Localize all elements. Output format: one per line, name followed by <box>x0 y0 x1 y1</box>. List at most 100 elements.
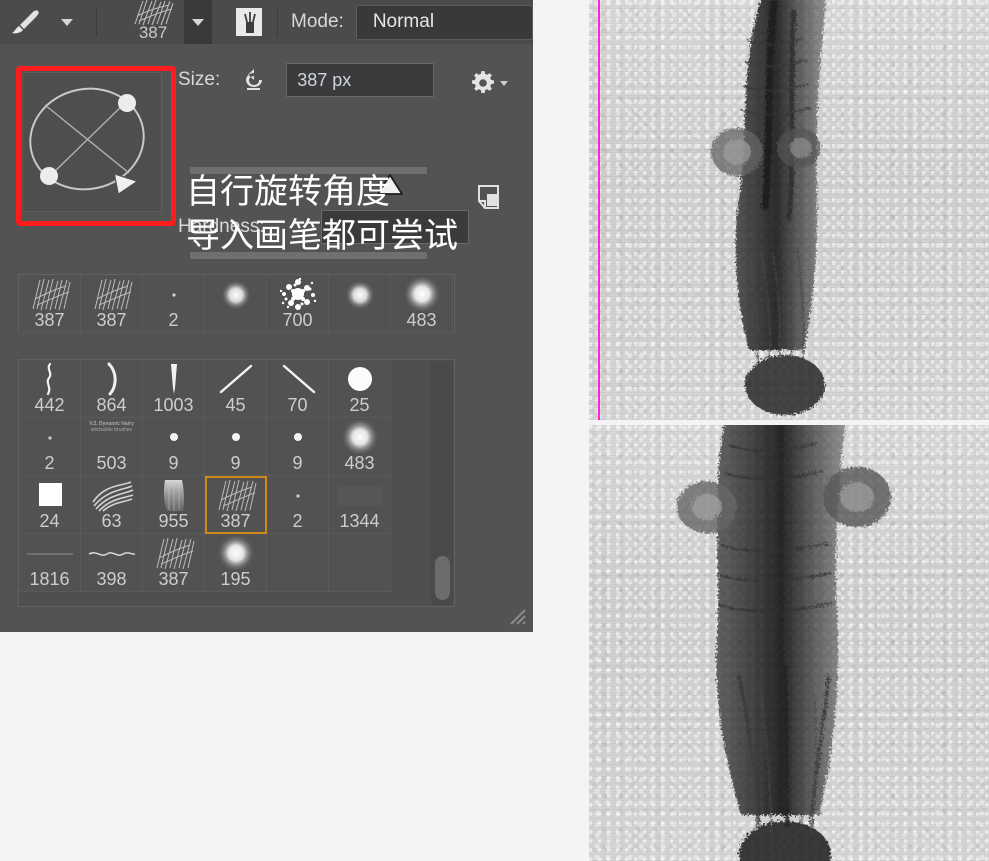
brush-preset-cell[interactable]: 1816 <box>19 534 81 592</box>
canvas-view-top[interactable] <box>589 0 989 420</box>
brush-size-label: 63 <box>101 511 122 531</box>
brush-tip-preview <box>143 277 204 311</box>
photoshop-brush-ui: 387 Mode: Normal Size: 387 px Hardness: … <box>0 0 533 632</box>
brush-size-label: 398 <box>96 569 127 589</box>
brush-preset-cell[interactable]: 387 <box>143 534 205 592</box>
chevron-down-icon <box>61 18 73 26</box>
brush-tip-preview <box>267 362 328 396</box>
brush-preset-cell[interactable]: 2 <box>19 418 81 476</box>
annotation-line-1: 自行旋转角度 <box>186 172 390 212</box>
brush-preset-cell[interactable]: 2 <box>267 476 329 534</box>
reset-arrow-icon[interactable] <box>242 67 268 93</box>
brush-settings-panel-icon[interactable] <box>222 0 276 44</box>
brush-preset-cell[interactable]: 2 <box>143 275 205 333</box>
brush-size-label: 483 <box>344 453 375 473</box>
brush-preset-cell[interactable]: 387 <box>19 275 81 333</box>
brush-size-label: 503 <box>96 453 127 473</box>
canvas-view-bottom[interactable] <box>589 425 989 861</box>
brush-tip-preview <box>267 478 328 512</box>
brush-tip-angle-roundness-control[interactable] <box>22 72 162 212</box>
brush-preset-cell[interactable]: 9 <box>205 418 267 476</box>
brush-preset-cell[interactable]: 398 <box>81 534 143 592</box>
brush-tip-preview <box>205 478 266 512</box>
brush-preset-picker-toggle[interactable] <box>184 0 212 44</box>
brush-preset-cell[interactable]: 1344 <box>329 476 391 534</box>
divider <box>277 7 278 37</box>
brush-preset-cell[interactable]: 864 <box>81 360 143 418</box>
brush-tip-preview <box>205 420 266 454</box>
brush-size-label: 1344 <box>339 511 380 531</box>
panel-resize-grip[interactable] <box>505 604 527 626</box>
size-input[interactable]: 387 px <box>286 63 435 97</box>
brush-preset-cell[interactable] <box>205 275 267 333</box>
brush-tip-preview <box>143 420 204 454</box>
brush-grid-row: 24 63 955 387 2 1344 <box>19 476 454 534</box>
brush-preset-cell[interactable] <box>329 534 391 592</box>
panel-menu-button[interactable] <box>470 70 508 96</box>
brush-tip-preview <box>143 536 204 570</box>
brush-preset-cell[interactable]: 9 <box>267 418 329 476</box>
tool-preset-dropdown[interactable] <box>50 0 84 44</box>
brush-size-label: 700 <box>282 310 313 330</box>
brush-tip-preview <box>19 362 80 396</box>
brush-size-label: 9 <box>292 453 303 473</box>
blend-mode-select[interactable]: Normal <box>355 4 533 40</box>
brush-size-label: 25 <box>349 395 370 415</box>
brush-preset-cell[interactable]: 700 <box>267 275 329 333</box>
brush-size-label: 45 <box>225 395 246 415</box>
brush-thumbnail-caption: V.2. Dynamic Hairy aricissible brushes <box>89 421 134 433</box>
brush-list-scrollbar[interactable] <box>431 361 453 605</box>
gear-icon <box>472 71 494 93</box>
brush-preset-cell[interactable]: 25 <box>329 360 391 418</box>
brush-tip-preview <box>329 536 390 570</box>
brush-size-label: 2 <box>168 310 179 330</box>
brush-preset-cell[interactable]: 63 <box>81 476 143 534</box>
brush-size-label: 387 <box>220 511 251 531</box>
brush-grid-body: 442 864 1003 45 70 25 2 V.2. Dynamic Hairy arici… <box>19 360 454 592</box>
brush-tip-preview <box>19 536 80 570</box>
brush-tip-preview <box>329 420 390 454</box>
brush-preset-cell[interactable] <box>329 275 391 333</box>
brush-preset-cell[interactable]: 442 <box>19 360 81 418</box>
brush-tip-preview <box>19 420 80 454</box>
options-bar: 387 Mode: Normal <box>0 0 533 44</box>
brush-size-label: 1816 <box>29 569 70 589</box>
brush-preset-list[interactable]: 442 864 1003 45 70 25 2 V.2. Dynamic Hairy arici… <box>18 359 455 607</box>
brush-preset-cell[interactable]: 955 <box>143 476 205 534</box>
brush-preset-cell[interactable]: 387 <box>81 275 143 333</box>
brush-size-label: 387 <box>158 569 189 589</box>
brush-tip-preview <box>205 536 266 570</box>
brush-preset-cell[interactable]: 70 <box>267 360 329 418</box>
artwork-bottom <box>677 425 891 861</box>
divider <box>96 7 97 37</box>
brush-preset-cell[interactable]: 24 <box>19 476 81 534</box>
brush-preset-thumbnail[interactable]: 387 <box>122 0 184 44</box>
brush-preset-cell[interactable]: 9 <box>143 418 205 476</box>
brush-list-scrollbar-thumb[interactable] <box>435 556 450 600</box>
brush-preset-cell[interactable]: 483 <box>391 275 453 333</box>
brush-tip-preview <box>391 277 452 311</box>
brush-preset-cell[interactable]: 45 <box>205 360 267 418</box>
brush-preset-cell[interactable]: 387 <box>205 476 267 534</box>
canvas-area <box>589 0 989 861</box>
brush-tip-preview <box>81 536 142 570</box>
brush-tip-preview <box>205 362 266 396</box>
brush-tip-preview <box>81 277 142 311</box>
brush-grid-row: 442 864 1003 45 70 25 <box>19 360 454 418</box>
brush-grid-row: 387 387 2 700 483 <box>19 275 454 333</box>
artwork-top <box>711 0 827 415</box>
brush-size-label: 864 <box>96 395 127 415</box>
brush-preset-cell[interactable]: 1003 <box>143 360 205 418</box>
brush-preset-cell[interactable]: 195 <box>205 534 267 592</box>
brush-tip-preview <box>329 478 390 512</box>
brush-preset-cell[interactable]: V.2. Dynamic Hairy aricissible brushes 503 <box>81 418 143 476</box>
paintbrush-icon[interactable] <box>0 0 50 44</box>
brush-tip-preview <box>81 362 142 396</box>
brush-size-label: 24 <box>39 511 60 531</box>
brush-grid-row: 2 V.2. Dynamic Hairy aricissible brushes 50… <box>19 418 454 476</box>
brush-tip-preview <box>143 362 204 396</box>
brush-preset-cell[interactable]: 483 <box>329 418 391 476</box>
brush-preset-strip-recent[interactable]: 387 387 2 700 483 <box>18 274 455 333</box>
brush-size-label: 387 <box>96 310 127 330</box>
brush-preset-cell[interactable] <box>267 534 329 592</box>
